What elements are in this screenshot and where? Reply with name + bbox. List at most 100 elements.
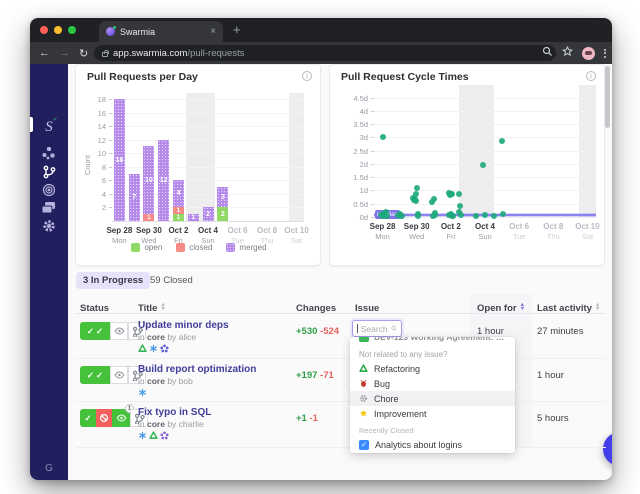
no-issue-prompt: Not related to any issue? bbox=[350, 346, 515, 361]
open-for-cell: 1 hour bbox=[477, 326, 504, 337]
issue-label: DEV-123 Working Agreement: PR Time to Fi bbox=[374, 337, 506, 342]
sidebar-item-working-agreements[interactable] bbox=[30, 183, 68, 202]
column-header-open-for[interactable]: Open for▲▼ bbox=[477, 298, 525, 316]
search-icon[interactable] bbox=[542, 44, 553, 62]
reload-icon[interactable]: ↻ bbox=[79, 47, 88, 60]
bookmark-star-icon[interactable] bbox=[562, 44, 573, 62]
dropdown-closed-issue[interactable]: ✓ Analytics about logins bbox=[350, 436, 515, 453]
column-header-issue: Issue bbox=[355, 298, 379, 316]
bar-value-label: 1 bbox=[177, 208, 180, 214]
page-scrollbar-thumb[interactable] bbox=[605, 66, 610, 128]
sort-arrows-icon[interactable]: ▲▼ bbox=[595, 303, 600, 311]
pull-request-table: Status Title▲▼ Changes Issue Open for▲▼ Last … bbox=[68, 64, 612, 480]
dropdown-option-bug[interactable]: Bug bbox=[350, 376, 515, 391]
eye-icon bbox=[114, 327, 125, 335]
bar-segment-merged[interactable]: 10 bbox=[143, 146, 154, 214]
check-icon: ✓ bbox=[87, 327, 94, 335]
bar-segment-merged[interactable]: 12 bbox=[158, 140, 169, 221]
column-header-label: Changes bbox=[296, 303, 336, 314]
scatter-point[interactable] bbox=[380, 134, 386, 140]
url-domain: app.swarmia.com bbox=[113, 48, 187, 59]
address-bar[interactable]: app.swarmia.com/pull-requests bbox=[94, 45, 556, 61]
zoom-window-button[interactable] bbox=[68, 26, 76, 34]
scatter-point[interactable] bbox=[449, 213, 455, 219]
bar-segment-merged[interactable]: 1 bbox=[188, 214, 199, 221]
bar-value-label: 7 bbox=[132, 194, 136, 201]
bar-segment-merged[interactable]: 3 bbox=[217, 187, 228, 207]
scatter-point[interactable] bbox=[415, 213, 421, 219]
pr-title-link[interactable]: Fix typo in SQL bbox=[138, 407, 288, 418]
bar-value-label: 2 bbox=[206, 211, 210, 218]
column-header-label: Last activity bbox=[537, 303, 592, 314]
back-icon[interactable]: ← bbox=[39, 47, 50, 59]
dropdown-option-chore[interactable]: Chore bbox=[350, 391, 515, 406]
browser-tabstrip: Swarmia × + bbox=[30, 18, 612, 42]
magnifier-icon bbox=[391, 324, 397, 333]
sidebar-bottom-icon[interactable]: G bbox=[30, 463, 68, 474]
scatter-point[interactable] bbox=[380, 213, 386, 219]
minimize-window-button[interactable] bbox=[54, 26, 62, 34]
new-tab-button[interactable]: + bbox=[233, 23, 241, 37]
star-icon bbox=[359, 409, 368, 418]
sidebar-item-settings[interactable] bbox=[30, 219, 68, 238]
checkbox-checked-icon[interactable]: ✓ bbox=[359, 440, 369, 450]
deletions: -1 bbox=[309, 413, 317, 424]
scatter-point[interactable] bbox=[430, 213, 436, 219]
review-eye-button[interactable]: 1 bbox=[112, 409, 130, 427]
bar-segment-closed[interactable]: 1 bbox=[143, 214, 154, 221]
checks-status-button[interactable]: ✓ bbox=[80, 409, 96, 427]
closed-issue-label: Analytics about logins bbox=[375, 440, 462, 450]
profile-avatar[interactable] bbox=[582, 47, 595, 60]
sidebar-item-repositories[interactable] bbox=[30, 201, 68, 219]
sort-arrows-icon[interactable]: ▲▼ bbox=[160, 303, 165, 311]
review-eye-button[interactable] bbox=[110, 366, 128, 384]
checks-status-button[interactable]: ✓✓ bbox=[80, 322, 110, 340]
sidebar-item-team-overview[interactable] bbox=[30, 147, 68, 165]
deletions: -71 bbox=[320, 370, 334, 381]
pr-title-link[interactable]: Update minor deps bbox=[138, 320, 288, 331]
bar-segment-merged[interactable]: 7 bbox=[129, 174, 140, 221]
browser-window: Swarmia × + ← → ↻ app.swarmia.com/pull-r… bbox=[30, 18, 612, 480]
dropdown-option-refactoring[interactable]: Refactoring bbox=[350, 361, 515, 376]
bar-segment-merged[interactable]: 4 bbox=[173, 180, 184, 207]
additions: +197 bbox=[296, 370, 317, 381]
sort-arrows-icon[interactable]: ▲▼ bbox=[520, 303, 525, 311]
review-eye-button[interactable] bbox=[110, 322, 128, 340]
dropdown-option-improvement[interactable]: Improvement bbox=[350, 406, 515, 421]
app-content: S G bbox=[30, 64, 612, 480]
checks-status-button[interactable]: ✓✓ bbox=[80, 366, 110, 384]
flower-icon bbox=[160, 431, 169, 440]
table-row: ✓✓Build report optimizationin core by bo… bbox=[68, 358, 612, 401]
scatter-point[interactable] bbox=[449, 191, 455, 197]
bar-segment-merged[interactable]: 2 bbox=[203, 207, 214, 221]
close-window-button[interactable] bbox=[40, 26, 48, 34]
bar-segment-open[interactable]: 2 bbox=[217, 207, 228, 221]
bar-value-label: 12 bbox=[160, 177, 168, 184]
scatter-point[interactable] bbox=[491, 213, 497, 219]
browser-menu-icon[interactable] bbox=[604, 49, 606, 58]
column-header-label: Status bbox=[80, 303, 109, 314]
bar-segment-open[interactable]: 1 bbox=[173, 214, 184, 221]
pr-title-link[interactable]: Build report optimization bbox=[138, 364, 288, 375]
issue-search-input[interactable]: Search bbox=[352, 320, 402, 337]
bar-segment-closed[interactable]: 1 bbox=[173, 207, 184, 214]
title-cell: Fix typo in SQLin core by charlie bbox=[138, 407, 288, 440]
dropdown-item-issue[interactable]: DEV-123 Working Agreement: PR Time to Fi bbox=[350, 337, 515, 346]
blocked-status-button[interactable] bbox=[96, 409, 112, 427]
scatter-point[interactable] bbox=[414, 185, 420, 191]
scatter-point[interactable] bbox=[413, 198, 419, 204]
browser-tab[interactable]: Swarmia × bbox=[99, 21, 223, 42]
asterisk-icon bbox=[149, 344, 158, 353]
sidebar-item-pull-requests[interactable] bbox=[30, 165, 68, 184]
option-label: Improvement bbox=[374, 409, 427, 419]
text-caret bbox=[357, 324, 358, 333]
column-header-last-activity[interactable]: Last activity▲▼ bbox=[537, 298, 600, 316]
participant-icons bbox=[138, 431, 288, 440]
column-header-label: Issue bbox=[355, 303, 379, 314]
column-header-title[interactable]: Title▲▼ bbox=[138, 298, 166, 316]
tab-close-icon[interactable]: × bbox=[210, 27, 216, 37]
swarmia-logo-icon[interactable]: S bbox=[30, 118, 68, 136]
forward-icon[interactable]: → bbox=[59, 47, 70, 59]
bar-segment-merged[interactable]: 18 bbox=[114, 99, 125, 221]
main-panel: Pull Requests per Day i Sep 28MonSep 30W… bbox=[68, 64, 612, 480]
